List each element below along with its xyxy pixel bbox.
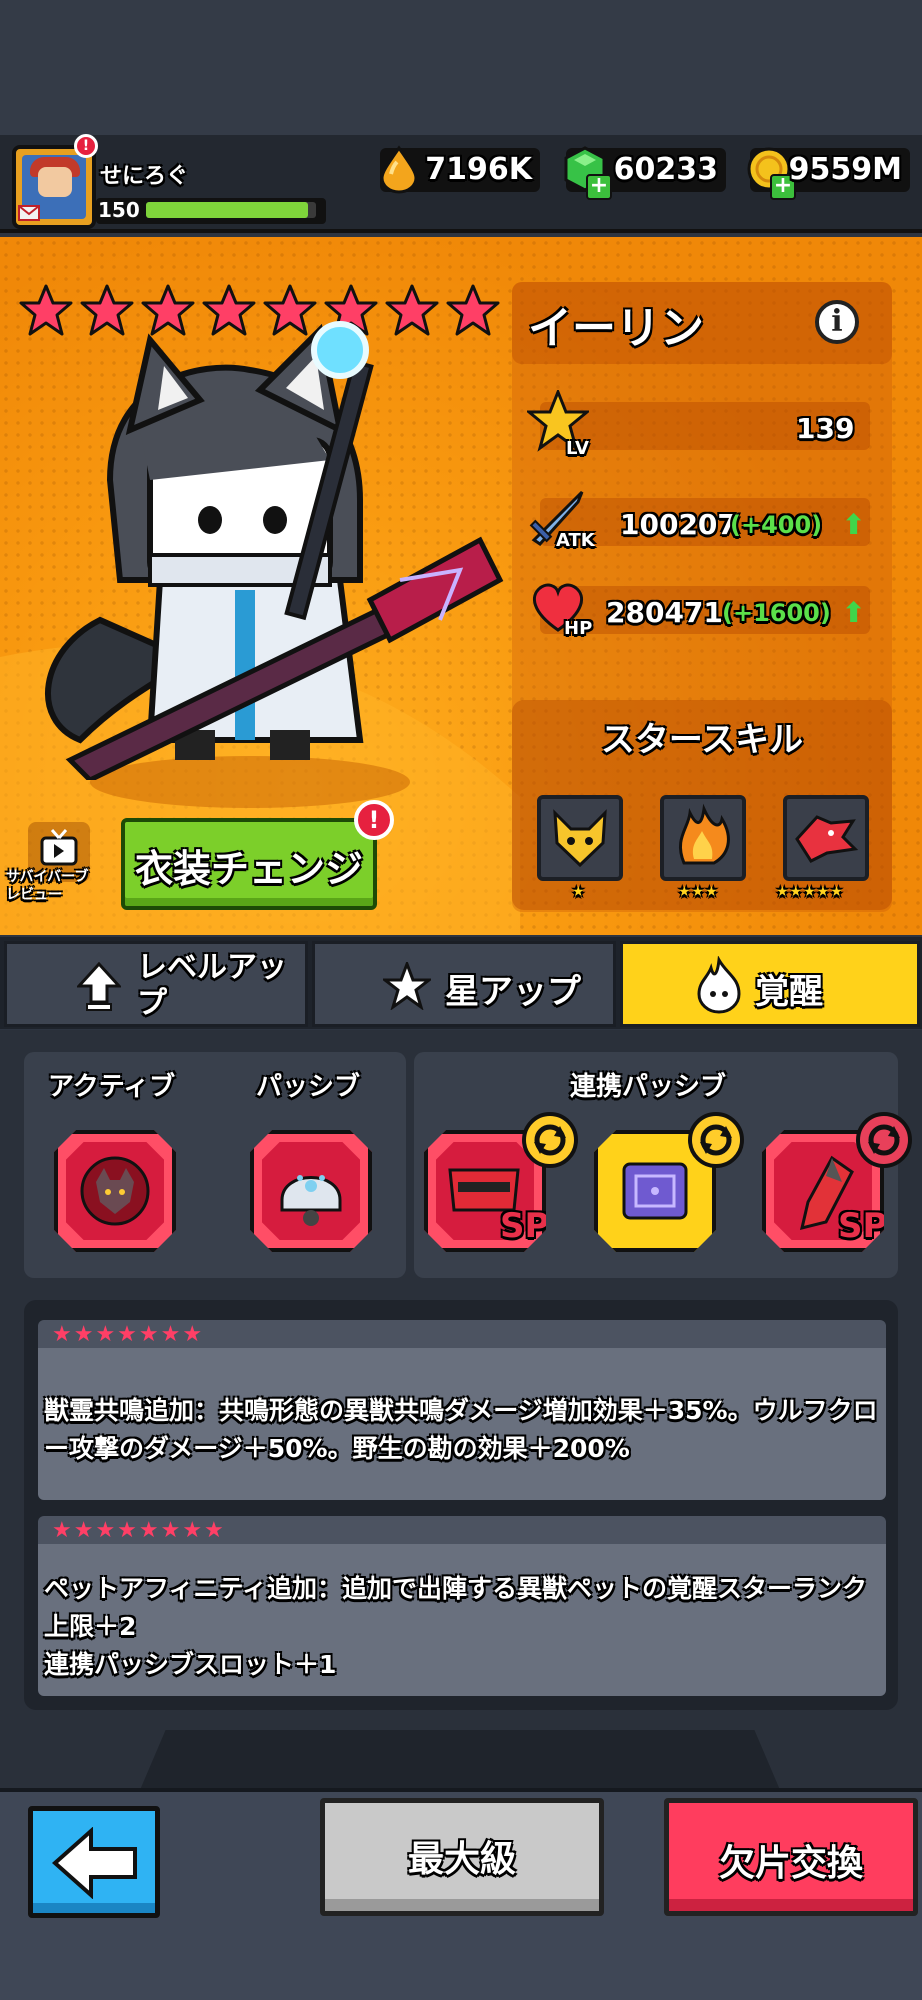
oil-drop-icon [380, 145, 418, 194]
currency-drop[interactable]: 7196K [380, 145, 540, 194]
gems-value: 60233 [613, 152, 718, 187]
avatar-notification-badge: ! [74, 134, 98, 158]
passive-skill-header: パッシブ [256, 1072, 361, 1102]
costume-change-label: 衣装チェンジ [134, 847, 363, 891]
currency-gems[interactable]: + 60233 [564, 146, 726, 200]
drop-value: 7196K [425, 152, 532, 187]
paw-bell-icon [280, 1175, 342, 1226]
awaken-flame-icon [697, 956, 741, 1014]
star-icon [383, 962, 431, 1010]
awakening-stars-2: ★★★★★★★★ [52, 1518, 226, 1543]
bottom-divider [140, 1730, 780, 1790]
passive-skill-button[interactable] [250, 1130, 372, 1252]
shard-exchange-label: 欠片交換 [718, 1843, 863, 1884]
awakening-stars-1: ★★★★★★★ [52, 1322, 205, 1347]
star-skill-slot-3[interactable] [783, 795, 869, 881]
atk-up-arrow-icon: ⬆ [842, 508, 866, 541]
star-skill-stars-2: ★★★ [678, 884, 719, 900]
hero-character-illustration [44, 321, 504, 780]
swap-skill-icon-3[interactable] [856, 1112, 912, 1168]
tab-awaken-label: 覚醒 [755, 972, 823, 1012]
fox-head-icon [553, 809, 607, 868]
atk-stat-value: 100207 [620, 508, 737, 541]
purple-chest-icon [622, 1162, 688, 1220]
back-arrow-icon [51, 1827, 137, 1899]
swap-skill-icon-2[interactable] [688, 1112, 744, 1168]
awakening-text-2: ペットアフィニティ追加：追加で出陣する異獣ペットの覚醒スターランク上限＋2 連携… [44, 1574, 868, 1679]
star-skill-slot-2[interactable] [660, 795, 746, 881]
flame-claw-icon [678, 803, 730, 865]
active-skill-button[interactable] [54, 1130, 176, 1252]
star-skill-title: スタースキル [600, 720, 804, 760]
back-button[interactable] [28, 1806, 160, 1918]
mail-icon [18, 205, 40, 221]
red-wolf-icon [795, 815, 859, 863]
add-gems-icon[interactable]: + [586, 174, 612, 200]
awakening-text-1: 獣霊共鳴追加：共鳴形態の異獣共鳴ダメージ増加効果＋35%。ウルフクロー攻撃のダメ… [44, 1396, 878, 1463]
max-level-label: 最大級 [407, 1839, 516, 1880]
star-skill-stars-3: ★★★★★ [776, 884, 844, 900]
atk-increase: (+400) [730, 511, 823, 539]
tab-level-up-label: レベルアッ プ [137, 950, 287, 1021]
active-skill-header: アクティブ [48, 1072, 176, 1102]
hero-name: イーリン [528, 303, 704, 354]
player-level: 150 [98, 198, 140, 222]
hp-up-arrow-icon: ⬆ [842, 596, 866, 629]
costume-notification-badge: ! [354, 800, 394, 840]
linked-passive-header: 連携パッシブ [570, 1072, 727, 1102]
hp-stat-label: HP [564, 618, 593, 639]
top-system-bar [0, 0, 922, 135]
currency-coins[interactable]: + 9559M [747, 147, 910, 200]
exp-bar-fill [146, 202, 308, 218]
survivor-review-label: サバイバーブ レビュー [6, 869, 89, 903]
hp-stat-value: 280471 [606, 596, 723, 629]
tab-star-up-label: 星アップ [445, 972, 581, 1012]
wolf-orb-icon [80, 1156, 150, 1226]
level-stat-label: LV [566, 438, 589, 459]
info-icon[interactable]: i [815, 300, 859, 344]
tab-star-up[interactable]: 星アップ [312, 941, 616, 1027]
star-skill-slot-1[interactable] [537, 795, 623, 881]
swap-skill-icon-1[interactable] [522, 1112, 578, 1168]
up-arrow-icon [77, 962, 121, 1011]
star-skill-stars-1: ★ [572, 884, 586, 900]
atk-stat-label: ATK [556, 530, 595, 551]
tab-awaken[interactable]: 覚醒 [620, 941, 920, 1027]
coins-value: 9559M [788, 152, 902, 187]
player-name: せにろぐ [100, 164, 189, 189]
level-stat-value: 139 [796, 412, 855, 445]
tab-level-up[interactable]: レベルアッ プ [4, 941, 308, 1027]
hp-increase: (+1600) [722, 599, 831, 627]
